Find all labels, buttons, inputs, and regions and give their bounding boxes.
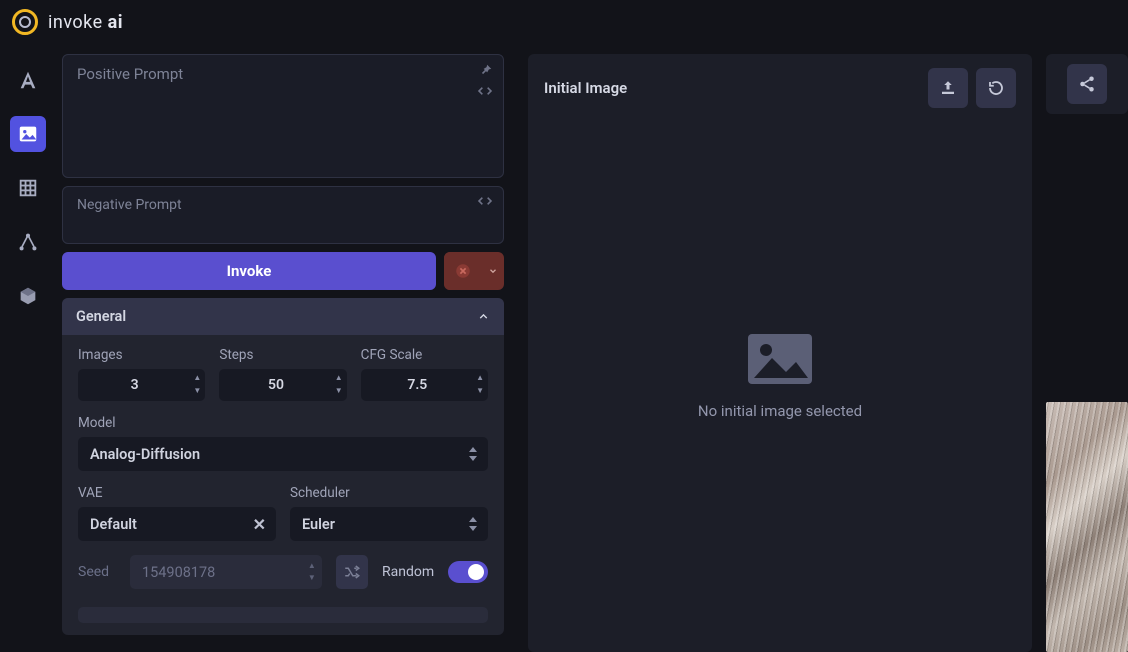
nav-rail: [0, 44, 56, 652]
gallery-panel: [1046, 54, 1128, 652]
steps-label: Steps: [219, 347, 346, 363]
random-toggle[interactable]: [448, 561, 488, 583]
topbar: invoke ai: [0, 0, 1128, 44]
cancel-button-group: [444, 252, 504, 290]
pin-icon[interactable]: [479, 63, 493, 77]
upload-button[interactable]: [928, 68, 968, 108]
invoke-button[interactable]: Invoke: [62, 252, 436, 290]
initial-image-panel: Initial Image No initial image selected: [528, 54, 1032, 652]
vae-select[interactable]: Default ✕: [78, 507, 276, 541]
random-label: Random: [382, 564, 434, 580]
images-input[interactable]: 3 ▲▼: [78, 369, 205, 401]
nav-cube-tab[interactable]: [10, 278, 46, 314]
scheduler-label: Scheduler: [290, 485, 488, 501]
empty-state-text: No initial image selected: [698, 402, 862, 420]
nav-grid-tab[interactable]: [10, 170, 46, 206]
embed-icon[interactable]: [477, 193, 493, 209]
model-label: Model: [78, 415, 488, 431]
app-title: invoke ai: [48, 12, 123, 33]
seed-input[interactable]: 154908178 ▲▼: [130, 555, 322, 589]
scheduler-select[interactable]: Euler: [290, 507, 488, 541]
updown-icon: [468, 447, 478, 461]
embed-icon[interactable]: [477, 83, 493, 99]
image-placeholder-icon: [748, 334, 812, 384]
seed-label: Seed: [78, 564, 116, 580]
nav-text-tab[interactable]: [10, 62, 46, 98]
cfg-input[interactable]: 7.5 ▲▼: [361, 369, 488, 401]
negative-prompt-input[interactable]: Negative Prompt: [62, 186, 504, 244]
general-section-header[interactable]: General: [62, 298, 504, 335]
vae-label: VAE: [78, 485, 276, 501]
positive-prompt-input[interactable]: Positive Prompt: [62, 54, 504, 178]
general-section: General Images 3 ▲▼ Steps: [62, 298, 504, 635]
updown-icon: [468, 517, 478, 531]
cancel-button[interactable]: [444, 252, 482, 290]
gallery-thumbnail[interactable]: [1046, 402, 1128, 652]
logo-icon: [12, 9, 38, 35]
model-select[interactable]: Analog-Diffusion: [78, 437, 488, 471]
share-button[interactable]: [1067, 64, 1107, 104]
cfg-label: CFG Scale: [361, 347, 488, 363]
initial-image-title: Initial Image: [544, 79, 627, 97]
slider-placeholder[interactable]: [78, 607, 488, 623]
images-label: Images: [78, 347, 205, 363]
shuffle-seed-button[interactable]: [336, 555, 368, 589]
chevron-up-icon: [477, 310, 490, 323]
nav-image-tab[interactable]: [10, 116, 46, 152]
cancel-menu-button[interactable]: [482, 252, 504, 290]
steps-input[interactable]: 50 ▲▼: [219, 369, 346, 401]
clear-icon[interactable]: ✕: [253, 515, 266, 534]
reset-button[interactable]: [976, 68, 1016, 108]
parameters-panel: Positive Prompt Negative Prompt Invoke: [56, 44, 514, 652]
image-drop-area[interactable]: No initial image selected: [544, 116, 1016, 638]
nav-nodes-tab[interactable]: [10, 224, 46, 260]
